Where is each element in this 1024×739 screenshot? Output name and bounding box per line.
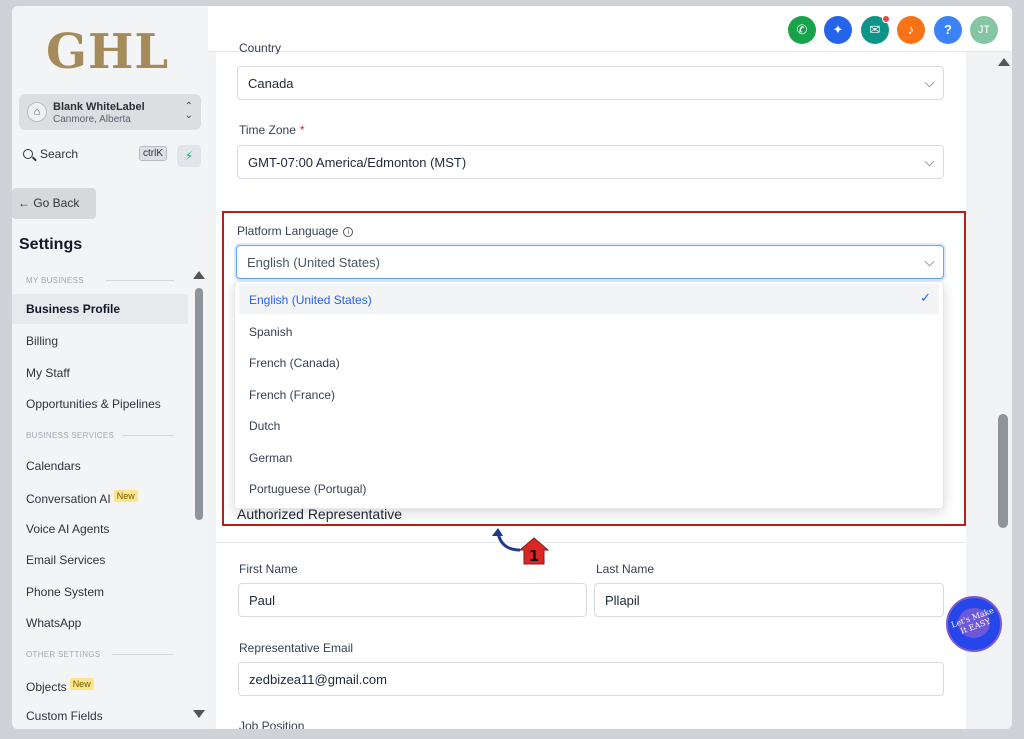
new-badge: New xyxy=(113,490,138,502)
phone-icon: ✆ xyxy=(796,22,808,37)
last-name-input[interactable]: Pllapil xyxy=(594,583,944,617)
new-badge: New xyxy=(69,678,94,690)
chevron-down-icon xyxy=(924,156,935,167)
location-switcher[interactable]: ⌂ Blank WhiteLabel Canmore, Alberta ⌃ ⌄ xyxy=(19,94,201,130)
divider xyxy=(216,542,966,543)
sidebar-item-email-services[interactable]: Email Services xyxy=(12,545,188,575)
section-heading-business-services: BUSINESS SERVICES xyxy=(26,431,115,440)
top-header: ✆ ✦ ✉ ♪ ? JT xyxy=(208,6,1012,52)
megaphone-icon: ✉ xyxy=(869,22,881,37)
sidebar-item-whatsapp[interactable]: WhatsApp xyxy=(12,608,188,638)
location-name: Blank WhiteLabel xyxy=(53,101,145,113)
country-label: Country xyxy=(239,41,282,54)
last-name-label: Last Name xyxy=(596,562,655,576)
sidebar-item-voice-ai-agents[interactable]: Voice AI Agents xyxy=(12,514,188,544)
country-select[interactable]: Canada xyxy=(237,66,944,100)
chevron-down-icon xyxy=(924,77,935,88)
sidebar-item-conversation-ai[interactable]: Conversation AI New xyxy=(12,482,188,512)
job-position-label: Job Position xyxy=(239,719,305,729)
sidebar: GHL ⌂ Blank WhiteLabel Canmore, Alberta … xyxy=(12,6,208,729)
help-button[interactable]: ? xyxy=(934,16,962,44)
sidebar-item-objects[interactable]: Objects New xyxy=(12,670,188,700)
sidebar-item-calendars[interactable]: Calendars xyxy=(12,451,188,481)
timezone-select[interactable]: GMT-07:00 America/Edmonton (MST) xyxy=(237,145,944,179)
divider xyxy=(122,435,174,436)
divider xyxy=(112,654,174,655)
sidebar-item-phone-system[interactable]: Phone System xyxy=(12,577,188,607)
timezone-value: GMT-07:00 America/Edmonton (MST) xyxy=(248,155,467,170)
divider xyxy=(106,280,174,281)
scroll-down-arrow[interactable] xyxy=(193,710,205,718)
location-icon: ⌂ xyxy=(27,102,47,122)
search-label: Search xyxy=(40,147,79,161)
sidebar-item-opportunities[interactable]: Opportunities & Pipelines xyxy=(12,389,188,419)
help-icon: ? xyxy=(944,22,952,37)
main-scrollbar-thumb[interactable] xyxy=(998,414,1008,528)
representative-email-label: Representative Email xyxy=(239,641,354,655)
search-icon xyxy=(23,149,33,159)
country-value: Canada xyxy=(248,76,294,91)
search-shortcut: ctrlK xyxy=(139,146,167,161)
annotation-step-badge: 1 xyxy=(518,537,550,565)
first-name-label: First Name xyxy=(239,562,298,576)
bolt-icon: ⚡ xyxy=(184,149,194,163)
first-name-input[interactable]: Paul xyxy=(238,583,587,617)
location-subtitle: Canmore, Alberta xyxy=(53,114,131,125)
notification-dot xyxy=(882,15,890,23)
notifications-button[interactable]: ♪ xyxy=(897,16,925,44)
sparkle-icon: ✦ xyxy=(832,22,844,37)
sidebar-item-business-profile[interactable]: Business Profile xyxy=(12,294,188,324)
go-back-button[interactable]: ← Go Back xyxy=(12,188,96,219)
chevron-updown-icon: ⌃ ⌄ xyxy=(184,101,193,121)
section-heading-my-business: MY BUSINESS xyxy=(26,276,84,285)
sidebar-item-billing[interactable]: Billing xyxy=(12,326,188,356)
representative-email-input[interactable]: zedbizea11@gmail.com xyxy=(238,662,944,696)
search-button[interactable]: Search ctrlK xyxy=(19,144,171,168)
sidebar-item-my-staff[interactable]: My Staff xyxy=(12,358,188,388)
sidebar-scrollbar-thumb[interactable] xyxy=(195,288,203,520)
settings-title: Settings xyxy=(19,236,83,253)
quick-action-button[interactable]: ⚡ xyxy=(177,145,201,167)
phone-button[interactable]: ✆ xyxy=(788,16,816,44)
brand-logo[interactable]: GHL xyxy=(46,24,169,80)
main-scroll-up-arrow[interactable] xyxy=(998,58,1010,66)
sidebar-item-custom-fields[interactable]: Custom Fields xyxy=(12,701,188,729)
scroll-up-arrow[interactable] xyxy=(193,271,205,279)
user-avatar[interactable]: JT xyxy=(970,16,998,44)
annotation-highlight-box xyxy=(222,211,966,526)
announcements-button[interactable]: ✉ xyxy=(861,15,890,44)
svg-text:1: 1 xyxy=(529,547,539,565)
ai-button[interactable]: ✦ xyxy=(824,16,852,44)
section-heading-other-settings: OTHER SETTINGS xyxy=(26,650,101,659)
timezone-label: Time Zone * xyxy=(239,123,305,137)
bell-icon: ♪ xyxy=(907,22,915,37)
lets-make-it-easy-badge[interactable]: Let's Make It EASY xyxy=(946,596,1002,652)
